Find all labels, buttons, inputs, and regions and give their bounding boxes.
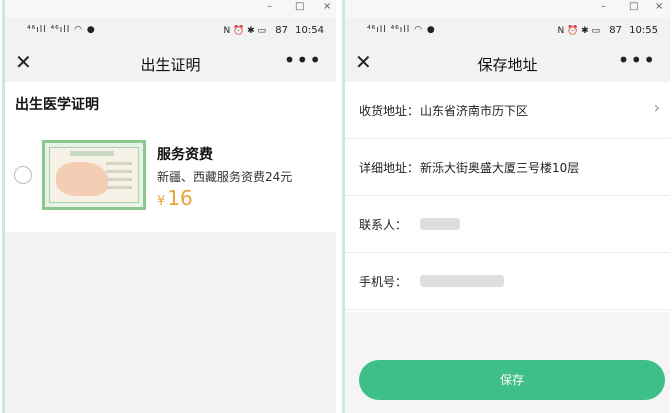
nav-bar: ✕ 保存地址 ••• bbox=[345, 44, 670, 82]
field-label: 手机号： bbox=[359, 275, 408, 289]
certificate-thumbnail bbox=[42, 140, 146, 210]
service-price: ¥16 bbox=[157, 186, 193, 210]
redacted-contact bbox=[420, 218, 460, 230]
currency-symbol: ¥ bbox=[157, 194, 166, 209]
status-right: N ⏰ ✱ ▭ 87 10:55 bbox=[557, 25, 658, 36]
battery-level: 87 bbox=[609, 25, 622, 36]
service-title: 服务资费 bbox=[157, 147, 213, 163]
save-address-screen: – □ × ⁴⁶ıll ⁴⁶ıll ◠ ● N ⏰ ✱ ▭ 87 10:55 ✕… bbox=[342, 0, 670, 413]
maximize-button[interactable]: □ bbox=[629, 1, 638, 12]
field-label: 详细地址： bbox=[359, 161, 420, 175]
close-window-button[interactable]: × bbox=[655, 1, 663, 12]
phone-row[interactable]: 手机号： bbox=[345, 253, 670, 310]
price-value: 16 bbox=[167, 186, 193, 210]
save-button[interactable]: 保存 bbox=[359, 360, 665, 400]
signal-icons: ⁴⁶ıll ⁴⁶ıll ◠ ● bbox=[27, 25, 96, 35]
status-bar: ⁴⁶ıll ⁴⁶ıll ◠ ● N ⏰ ✱ ▭ 87 10:54 bbox=[5, 18, 336, 44]
minimize-button[interactable]: – bbox=[601, 1, 606, 12]
close-window-button[interactable]: × bbox=[323, 1, 331, 12]
detail-address-row[interactable]: 详细地址： 新泺大街奥盛大厦三号楼10层 bbox=[345, 139, 670, 196]
detail-address-input[interactable]: 新泺大街奥盛大厦三号楼10层 bbox=[420, 159, 579, 176]
status-icons: N ⏰ ✱ ▭ bbox=[223, 26, 267, 36]
status-right: N ⏰ ✱ ▭ 87 10:54 bbox=[223, 25, 324, 36]
contact-row[interactable]: 联系人： bbox=[345, 196, 670, 253]
shipping-address-row[interactable]: 收货地址： 山东省济南市历下区 › bbox=[345, 82, 670, 139]
chevron-right-icon: › bbox=[653, 98, 660, 117]
window-controls: – □ × bbox=[345, 0, 670, 18]
signal-icons: ⁴⁶ıll ⁴⁶ıll ◠ ● bbox=[367, 25, 436, 35]
window-controls: – □ × bbox=[5, 0, 336, 18]
status-time: 10:55 bbox=[629, 25, 658, 36]
birth-certificate-screen: – □ × ⁴⁶ıll ⁴⁶ıll ◠ ● N ⏰ ✱ ▭ 87 10:54 ✕… bbox=[2, 0, 336, 413]
screenshot-stage: – □ × ⁴⁶ıll ⁴⁶ıll ◠ ● N ⏰ ✱ ▭ 87 10:54 ✕… bbox=[0, 0, 672, 413]
field-label: 收货地址： bbox=[359, 104, 420, 118]
shipping-address-value: 山东省济南市历下区 bbox=[420, 104, 529, 118]
address-form: 收货地址： 山东省济南市历下区 › 详细地址： 新泺大街奥盛大厦三号楼10层 联… bbox=[345, 82, 670, 312]
status-time: 10:54 bbox=[295, 25, 324, 36]
service-description: 新疆、西藏服务资费24元 bbox=[157, 170, 293, 184]
more-icon[interactable]: ••• bbox=[284, 48, 322, 72]
more-icon[interactable]: ••• bbox=[618, 48, 656, 72]
status-icons: N ⏰ ✱ ▭ bbox=[557, 26, 601, 36]
minimize-button[interactable]: – bbox=[267, 1, 272, 12]
status-bar: ⁴⁶ıll ⁴⁶ıll ◠ ● N ⏰ ✱ ▭ 87 10:55 bbox=[345, 18, 670, 44]
service-radio[interactable] bbox=[14, 166, 32, 184]
nav-bar: ✕ 出生证明 ••• bbox=[5, 44, 336, 82]
service-panel: 出生医学证明 服务资费 新疆、西藏服务资费24元 ¥16 bbox=[5, 82, 336, 232]
field-label: 联系人： bbox=[359, 218, 408, 232]
redacted-phone bbox=[420, 275, 504, 287]
section-title: 出生医学证明 bbox=[15, 97, 99, 113]
battery-level: 87 bbox=[275, 25, 288, 36]
maximize-button[interactable]: □ bbox=[295, 1, 304, 12]
